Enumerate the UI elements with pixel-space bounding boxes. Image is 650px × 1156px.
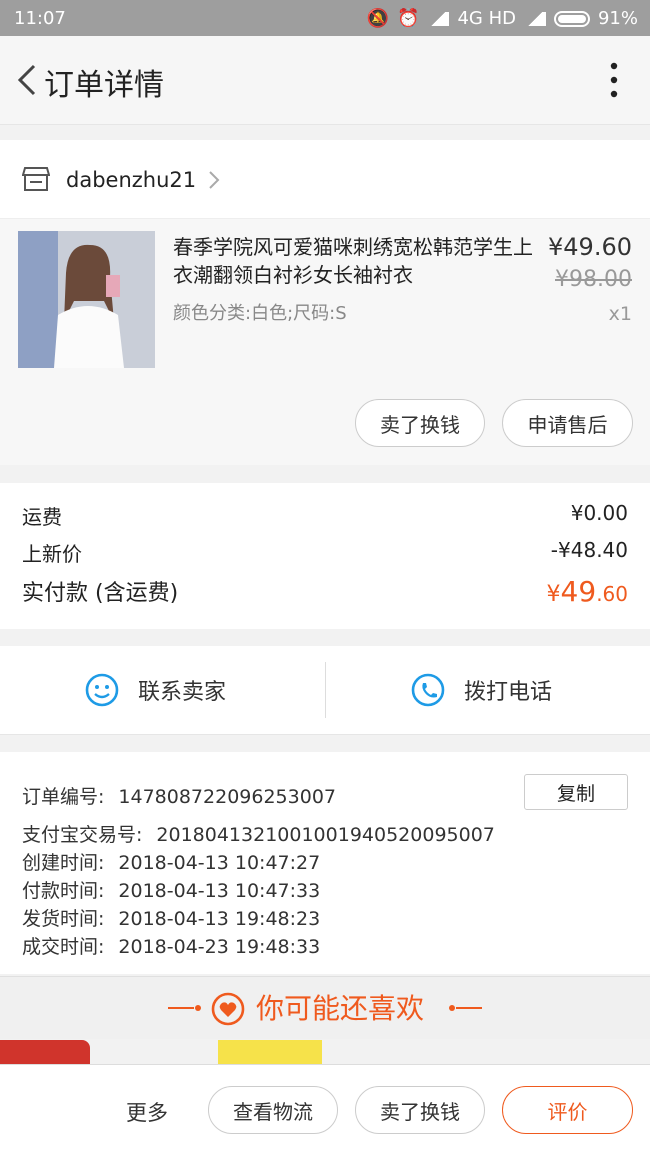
battery-icon bbox=[553, 10, 590, 27]
paid-time-row: 付款时间: 2018-04-13 10:47:33 bbox=[22, 876, 320, 903]
review-button[interactable]: 评价 bbox=[502, 1086, 633, 1134]
contact-divider bbox=[325, 662, 326, 718]
shop-name: dabenzhu21 bbox=[66, 168, 197, 192]
network-label: 4G HD bbox=[457, 8, 516, 29]
store-icon bbox=[22, 167, 50, 191]
after-sale-button[interactable]: 申请售后 bbox=[502, 399, 633, 447]
order-number-value: 147808722096253007 bbox=[118, 786, 336, 808]
shipping-value: ¥0.00 bbox=[570, 501, 628, 525]
recommend-item-peek-2[interactable] bbox=[218, 1040, 322, 1064]
shipped-value: 2018-04-13 19:48:23 bbox=[118, 908, 321, 930]
completed-value: 2018-04-23 19:48:33 bbox=[118, 936, 321, 958]
order-number-row: 订单编号: 147808722096253007 bbox=[22, 782, 336, 809]
status-bar: 11:07 🔕 ⏰ 4G HD 91% bbox=[0, 0, 650, 36]
recommend-title: 你可能还喜欢 bbox=[256, 992, 425, 1025]
alipay-value: 2018041321001001940520095007 bbox=[156, 824, 495, 846]
discount-row: 上新价 -¥48.40 bbox=[22, 538, 628, 567]
alipay-label: 支付宝交易号: bbox=[22, 824, 143, 846]
nav-bar: 订单详情 bbox=[0, 36, 650, 125]
product-original-price: ¥98.00 bbox=[555, 267, 632, 292]
discount-label: 上新价 bbox=[22, 542, 82, 566]
paid-row: 实付款 (含运费) ¥49.60 bbox=[22, 575, 628, 608]
contact-bar: 联系卖家 拨打电话 bbox=[0, 646, 650, 735]
paid-amount: ¥49.60 bbox=[547, 575, 628, 608]
paid-amount-int: 49 bbox=[560, 575, 597, 608]
shipping-row: 运费 ¥0.00 bbox=[22, 501, 628, 530]
recommend-header: 你可能还喜欢 bbox=[0, 976, 650, 1039]
page-title: 订单详情 bbox=[44, 68, 164, 103]
copy-button[interactable]: 复制 bbox=[524, 774, 628, 810]
more-button[interactable]: 更多 bbox=[126, 1097, 168, 1127]
chat-face-icon bbox=[85, 673, 119, 707]
created-value: 2018-04-13 10:47:27 bbox=[118, 852, 321, 874]
shipped-row: 发货时间: 2018-04-13 19:48:23 bbox=[22, 904, 320, 931]
product-quantity: x1 bbox=[608, 303, 632, 325]
order-number-label: 订单编号: bbox=[22, 786, 105, 808]
heart-icon bbox=[211, 992, 245, 1026]
fee-summary: 运费 ¥0.00 上新价 -¥48.40 实付款 (含运费) ¥49.60 bbox=[0, 483, 650, 629]
created-label: 创建时间: bbox=[22, 852, 105, 874]
paid-time-label: 付款时间: bbox=[22, 880, 105, 902]
product-thumbnail[interactable] bbox=[18, 231, 155, 368]
battery-level: 91% bbox=[597, 8, 638, 29]
alarm-icon: ⏰ bbox=[397, 8, 420, 29]
more-vertical-icon[interactable] bbox=[608, 62, 620, 98]
status-icons: 🔕 ⏰ 4G HD 91% bbox=[367, 8, 638, 29]
product-photo bbox=[18, 231, 155, 368]
product-price: ¥49.60 bbox=[548, 233, 632, 261]
sell-item-button[interactable]: 卖了换钱 bbox=[355, 399, 485, 447]
call-label: 拨打电话 bbox=[464, 680, 553, 705]
bottom-action-bar: 更多 查看物流 卖了换钱 评价 bbox=[0, 1064, 650, 1156]
shipping-label: 运费 bbox=[22, 505, 62, 529]
recommend-left-line bbox=[168, 1005, 201, 1011]
recommend-right-line bbox=[449, 1005, 482, 1011]
view-logistics-button[interactable]: 查看物流 bbox=[208, 1086, 338, 1134]
shipped-label: 发货时间: bbox=[22, 908, 105, 930]
status-time: 11:07 bbox=[14, 8, 66, 29]
paid-label: 实付款 (含运费) bbox=[22, 581, 179, 606]
completed-row: 成交时间: 2018-04-23 19:48:33 bbox=[22, 932, 320, 959]
sell-again-button[interactable]: 卖了换钱 bbox=[355, 1086, 485, 1134]
alipay-row: 支付宝交易号: 2018041321001001940520095007 bbox=[22, 820, 495, 847]
product-spec: 颜色分类:白色;尺码:S bbox=[173, 303, 347, 324]
contact-seller-button[interactable]: 联系卖家 bbox=[84, 672, 226, 708]
recommend-item-peek[interactable] bbox=[0, 1040, 90, 1064]
paid-time-value: 2018-04-13 10:47:33 bbox=[118, 880, 321, 902]
phone-icon bbox=[411, 673, 445, 707]
contact-seller-label: 联系卖家 bbox=[138, 680, 227, 705]
product-item[interactable]: 春季学院风可爱猫咪刺绣宽松韩范学生上衣潮翻领白衬衫女长袖衬衣 颜色分类:白色;尺… bbox=[0, 219, 650, 465]
paid-amount-dec: .60 bbox=[596, 582, 628, 606]
shop-row[interactable]: dabenzhu21 bbox=[0, 140, 650, 219]
discount-value: -¥48.40 bbox=[550, 538, 628, 562]
mute-icon: 🔕 bbox=[366, 8, 390, 29]
order-info: 订单编号: 147808722096253007 复制 支付宝交易号: 201804… bbox=[0, 752, 650, 974]
product-title: 春季学院风可爱猫咪刺绣宽松韩范学生上衣潮翻领白衬衫女长袖衬衣 bbox=[173, 235, 533, 287]
call-button[interactable]: 拨打电话 bbox=[410, 672, 552, 708]
chevron-right-icon bbox=[209, 171, 220, 189]
signal-icon bbox=[427, 11, 450, 26]
created-row: 创建时间: 2018-04-13 10:47:27 bbox=[22, 848, 320, 875]
paid-currency: ¥ bbox=[546, 582, 561, 607]
completed-label: 成交时间: bbox=[22, 936, 105, 958]
signal-icon-2 bbox=[523, 11, 546, 26]
